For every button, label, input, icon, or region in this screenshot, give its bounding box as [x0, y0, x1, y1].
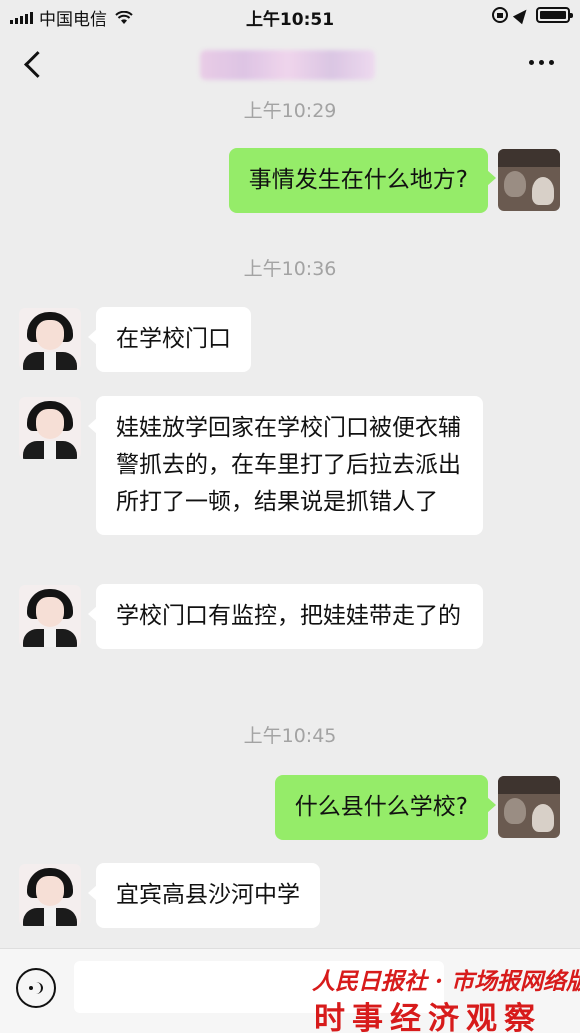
contact-name-blurred [200, 50, 375, 80]
avatar-self[interactable] [498, 776, 560, 838]
avatar-contact[interactable] [19, 397, 81, 459]
message-bubble-self[interactable]: 事情发生在什么地方? [228, 148, 497, 213]
chat-area[interactable]: 上午10:29 事情发生在什么地方? 上午10:36 在学校门口 娃娃放学回家在… [0, 98, 580, 948]
message-bubble-contact[interactable]: 学校门口有监控，把娃娃带走了的 [88, 584, 483, 649]
message-bubble-contact[interactable]: 在学校门口 [88, 307, 251, 372]
avatar-contact[interactable] [19, 308, 81, 370]
more-icon[interactable] [529, 60, 554, 65]
avatar-contact[interactable] [19, 864, 81, 926]
rotation-lock-icon [492, 7, 508, 23]
avatar-contact[interactable] [19, 585, 81, 647]
battery-icon [536, 7, 573, 23]
status-bar: 中国电信 上午10:51 [0, 0, 580, 32]
status-icons [492, 5, 573, 25]
watermark-top-text: 人民日报社 · 市场报网络版 [312, 968, 580, 995]
timestamp: 上午10:29 [243, 100, 337, 122]
avatar-self[interactable] [498, 149, 560, 211]
back-icon[interactable] [20, 50, 50, 80]
message-bubble-contact[interactable]: 宜宾高县沙河中学 [88, 863, 320, 928]
watermark: 人民日报社 · 市场报网络版 时事经济观察 [300, 962, 580, 1033]
location-icon [512, 5, 532, 25]
message-bubble-self[interactable]: 什么县什么学校? [274, 775, 497, 840]
nav-bar [0, 32, 580, 98]
timestamp: 上午10:36 [243, 258, 337, 280]
voice-icon[interactable] [16, 968, 56, 1008]
watermark-bottom-text: 时事经济观察 [314, 1001, 542, 1033]
message-bubble-contact[interactable]: 娃娃放学回家在学校门口被便衣辅警抓去的，在车里打了后拉去派出所打了一顿，结果说是… [88, 396, 483, 535]
timestamp: 上午10:45 [243, 725, 337, 747]
